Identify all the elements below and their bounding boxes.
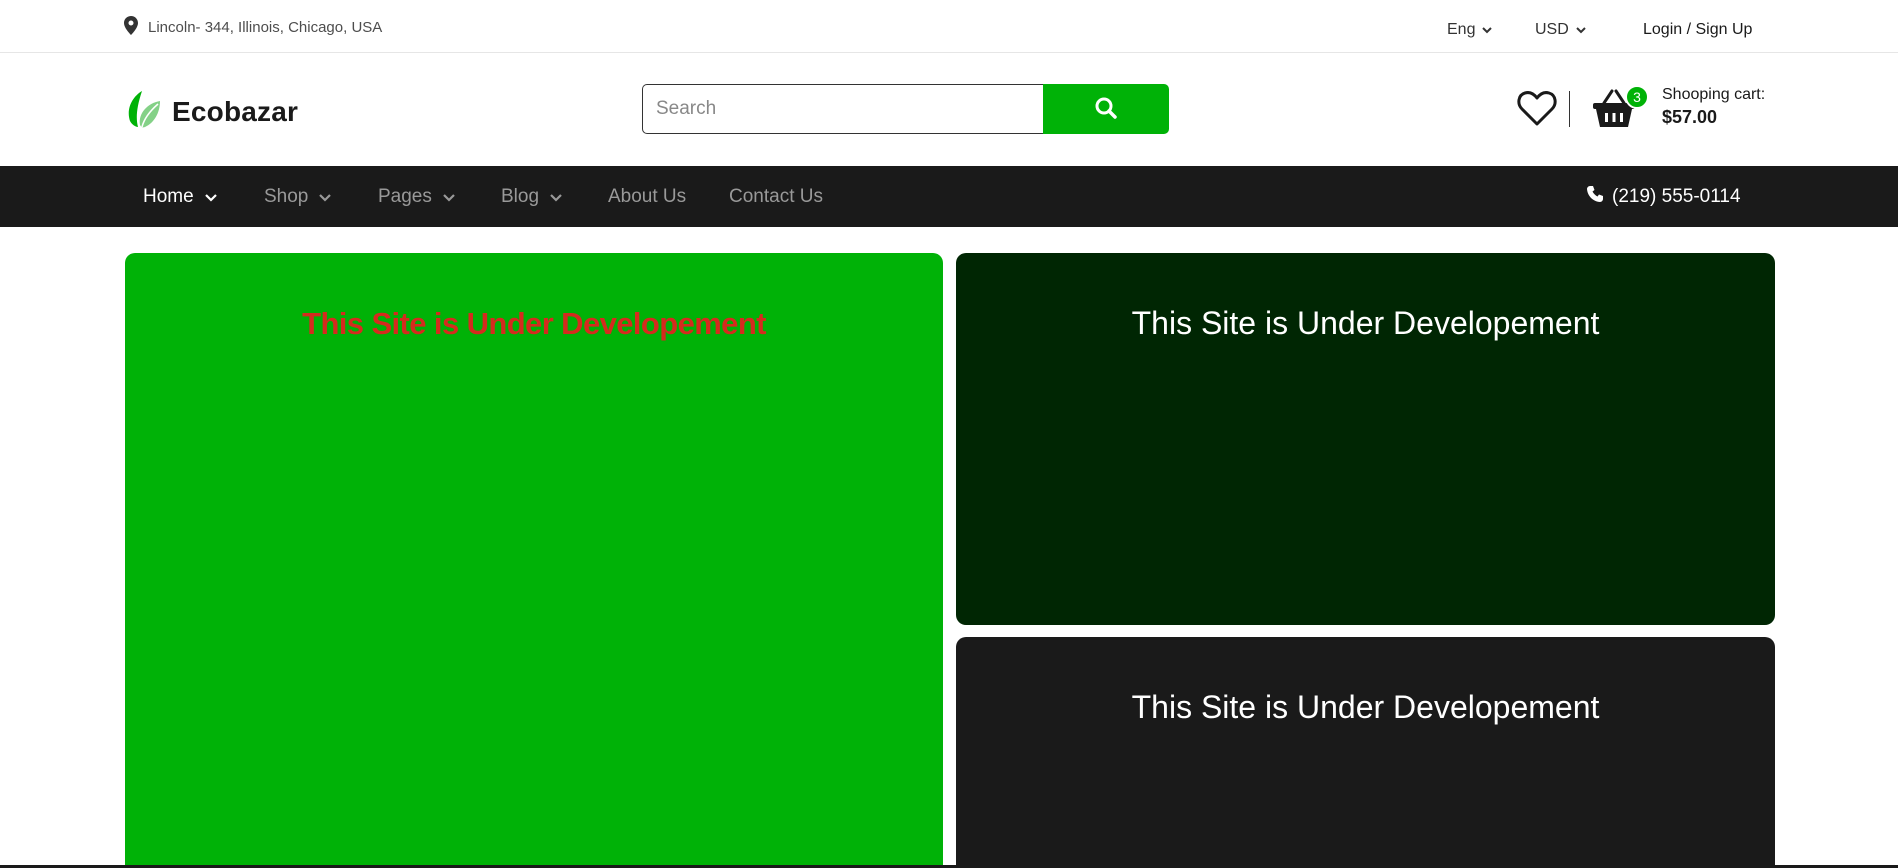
- header: Ecobazar 3 Shooping cart: $57.00: [0, 53, 1898, 166]
- chevron-down-icon: [442, 190, 456, 204]
- promo-banner-bottom[interactable]: This Site is Under Developement: [956, 637, 1775, 868]
- phone-icon: [1586, 185, 1604, 209]
- location-text: Lincoln- 344, Illinois, Chicago, USA: [148, 19, 383, 36]
- hero-banner-main[interactable]: This Site is Under Developement: [125, 253, 943, 868]
- under-development-text: This Site is Under Developement: [1131, 689, 1600, 725]
- login-signup-link[interactable]: Login / Sign Up: [1643, 20, 1752, 40]
- cart-count-badge: 3: [1625, 85, 1649, 109]
- chevron-down-icon: [1575, 24, 1587, 36]
- search-button[interactable]: [1043, 84, 1169, 134]
- nav-label: Shop: [264, 185, 309, 207]
- nav-item-blog[interactable]: Blog: [501, 166, 563, 227]
- nav-label: About Us: [608, 185, 687, 207]
- search-input[interactable]: [642, 84, 1043, 134]
- nav-label: Home: [143, 185, 194, 207]
- nav-item-pages[interactable]: Pages: [378, 166, 456, 227]
- nav-item-shop[interactable]: Shop: [264, 166, 332, 227]
- location: Lincoln- 344, Illinois, Chicago, USA: [124, 16, 382, 39]
- search-bar: [642, 84, 1169, 134]
- cart-summary[interactable]: Shooping cart: $57.00: [1662, 86, 1765, 128]
- nav-item-home[interactable]: Home: [143, 166, 218, 227]
- cart-total: $57.00: [1662, 107, 1718, 127]
- phone-number: (219) 555-0114: [1612, 185, 1741, 207]
- nav-item-contact-us[interactable]: Contact Us: [729, 166, 823, 227]
- language-label: Eng: [1447, 21, 1476, 38]
- promo-banner-top[interactable]: This Site is Under Developement: [956, 253, 1775, 625]
- currency-label: USD: [1535, 21, 1569, 38]
- main-nav: Home Shop Pages Blog About Us Contact Us…: [0, 166, 1898, 227]
- chevron-down-icon: [549, 190, 563, 204]
- nav-label: Pages: [378, 185, 432, 207]
- chevron-down-icon: [204, 190, 218, 204]
- top-bar: Lincoln- 344, Illinois, Chicago, USA Eng…: [0, 0, 1898, 53]
- leaf-logo-icon: [124, 89, 162, 134]
- language-select[interactable]: Eng: [1447, 20, 1493, 40]
- under-development-text: This Site is Under Developement: [1131, 305, 1600, 341]
- chevron-down-icon: [318, 190, 332, 204]
- brand-name: Ecobazar: [172, 95, 299, 127]
- chevron-down-icon: [1481, 24, 1493, 36]
- map-pin-icon: [124, 16, 138, 39]
- phone-contact[interactable]: (219) 555-0114: [1586, 166, 1741, 227]
- cart-label: Shooping cart:: [1662, 86, 1766, 103]
- search-icon: [1095, 97, 1117, 122]
- nav-label: Contact Us: [729, 185, 823, 207]
- nav-label: Blog: [501, 185, 540, 207]
- currency-select[interactable]: USD: [1535, 20, 1587, 40]
- header-divider: [1569, 91, 1570, 127]
- under-development-text: This Site is Under Developement: [302, 306, 766, 341]
- nav-item-about-us[interactable]: About Us: [608, 166, 686, 227]
- wishlist-heart-icon[interactable]: [1517, 89, 1557, 127]
- logo[interactable]: Ecobazar: [124, 89, 298, 134]
